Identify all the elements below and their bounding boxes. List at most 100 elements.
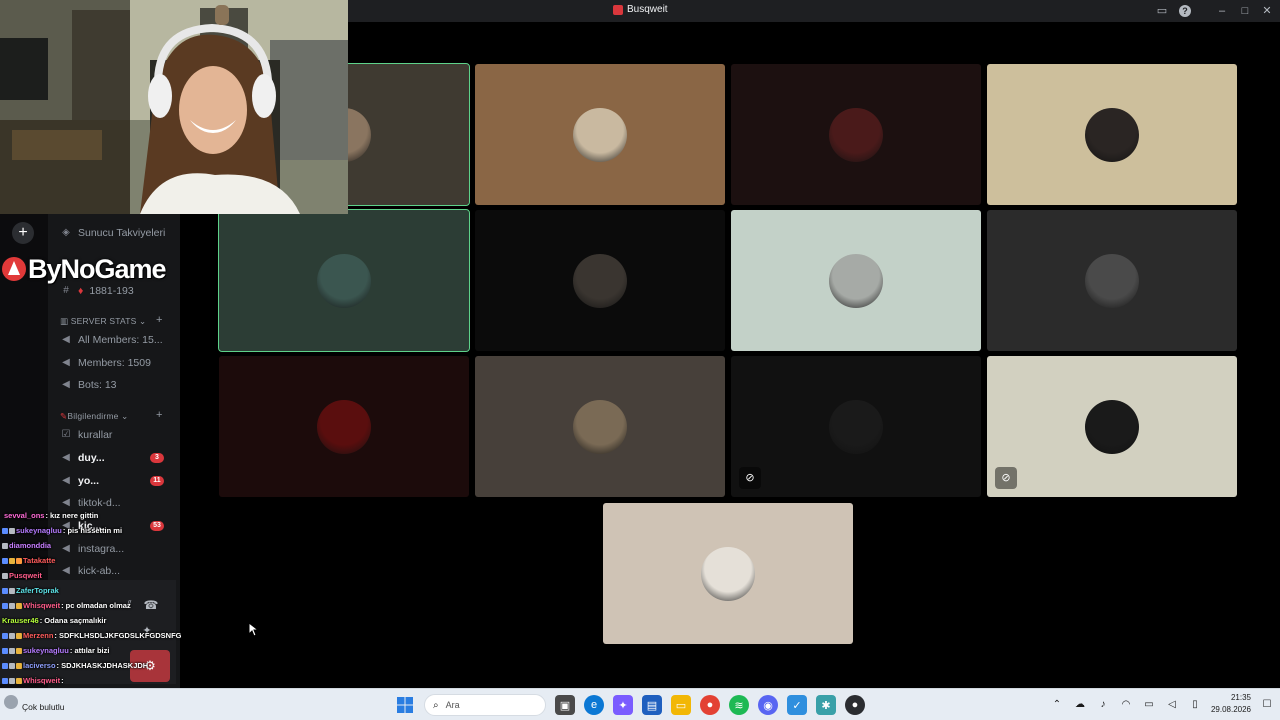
- taskbar-search[interactable]: ⌕ Ara: [424, 694, 546, 716]
- file-explorer-icon[interactable]: ▭: [671, 695, 691, 715]
- badge-icon: [9, 602, 15, 609]
- add-channel-icon[interactable]: +: [156, 409, 163, 421]
- participant-tile[interactable]: [475, 210, 725, 351]
- inbox-icon[interactable]: ▭: [1155, 4, 1169, 18]
- weather-text: Çok bulutlu: [22, 702, 65, 712]
- chat-message: Merzenn : SDFKLHSDLJKFGDSLKFGDSNFG: [2, 631, 182, 640]
- badge-icon: [2, 632, 8, 639]
- badge-icon: [2, 572, 8, 579]
- notification-icon[interactable]: ☐: [1260, 699, 1274, 710]
- rose-icon: ♦: [78, 285, 84, 297]
- chat-message: diamonddia: [2, 541, 52, 550]
- edge-icon[interactable]: e: [584, 695, 604, 715]
- copilot-icon[interactable]: ✦: [613, 695, 633, 715]
- cloud-icon[interactable]: ☁: [1073, 699, 1087, 710]
- unread-badge: 3: [150, 453, 164, 463]
- brand-text: ByNoGame: [28, 253, 167, 284]
- participant-tile[interactable]: [218, 209, 470, 352]
- chat-username: sukeynagluu: [16, 526, 62, 535]
- badge-icon: [9, 677, 15, 684]
- participant-avatar: [317, 253, 371, 308]
- task-view-icon[interactable]: ▣: [555, 695, 575, 715]
- participant-tile[interactable]: [475, 64, 725, 205]
- badge-icon: [2, 662, 8, 669]
- chat-username: Pusqweit: [9, 571, 42, 580]
- channel-label: kurallar: [78, 429, 113, 441]
- channel-item[interactable]: ◀ yo...: [60, 475, 99, 487]
- checkmark-app-icon[interactable]: ✓: [787, 695, 807, 715]
- participant-tile[interactable]: [731, 210, 981, 351]
- cloud-icon: [4, 695, 18, 709]
- channel-item[interactable]: ◀ tiktok-d...: [60, 497, 120, 509]
- speaker-icon: ◀: [62, 379, 70, 390]
- bynogame-mark-icon: [2, 257, 26, 281]
- help-icon[interactable]: ?: [1179, 5, 1191, 17]
- category-server-stats[interactable]: ▥ SERVER STATS ⌄: [60, 316, 146, 327]
- obs-icon[interactable]: ●: [845, 695, 865, 715]
- spotify-icon[interactable]: ≋: [729, 695, 749, 715]
- chat-text: : pis hissettin mi: [62, 526, 123, 535]
- channel-item[interactable]: ◀ kick-ab...: [60, 565, 120, 577]
- badge-icon: [9, 527, 15, 534]
- taskbar-apps: ⌕ Ara ▣ e ✦ ▤ ▭ ● ≋ ◉ ✓ ✱ ●: [395, 693, 865, 717]
- channel-item[interactable]: ◀ duy...: [60, 452, 105, 464]
- participant-tile[interactable]: [219, 356, 469, 497]
- chat-username: Krauser46: [2, 616, 39, 625]
- search-placeholder: Ara: [445, 700, 460, 710]
- network-app-icon[interactable]: ✱: [816, 695, 836, 715]
- participant-tile[interactable]: [603, 503, 853, 644]
- channel-item[interactable]: ☑ kurallar: [60, 429, 113, 441]
- badge-icon: [16, 647, 22, 654]
- participant-tile[interactable]: [987, 210, 1237, 351]
- participant-tile[interactable]: ⊘: [987, 356, 1237, 497]
- participant-tile[interactable]: [475, 356, 725, 497]
- stat-channel[interactable]: ◀ Members: 1509: [60, 357, 151, 369]
- window-title-text: Busqweit: [627, 4, 668, 15]
- stat-label: Members: 1509: [78, 357, 151, 369]
- chat-username: sukeynagluu: [23, 646, 69, 655]
- stat-channel[interactable]: ◀ Bots: 13: [60, 379, 116, 391]
- wifi-icon[interactable]: ◠: [1119, 699, 1133, 710]
- add-channel-icon[interactable]: +: [156, 314, 163, 326]
- mouse-cursor-icon: [248, 622, 258, 637]
- battery-icon[interactable]: ▯: [1188, 699, 1202, 710]
- announce-icon: ◀: [62, 497, 70, 508]
- badge-icon: [9, 632, 15, 639]
- weather-widget[interactable]: Çok bulutlu: [4, 692, 65, 712]
- disconnect-icon[interactable]: ☎: [140, 594, 162, 616]
- discord-icon[interactable]: ◉: [758, 695, 778, 715]
- chat-text: : SDFKLHSDLJKFGDSLKFGDSNFG: [54, 631, 182, 640]
- maximize-button[interactable]: □: [1238, 4, 1252, 18]
- chat-username: ZaferToprak: [16, 586, 59, 595]
- microphone-icon[interactable]: ♪: [1096, 699, 1110, 710]
- channel-label: yo...: [78, 475, 100, 487]
- stats-icon: ▥: [60, 316, 71, 326]
- server-boost-item[interactable]: ◈ Sunucu Takviyeleri: [60, 227, 165, 239]
- unread-badge: 53: [150, 521, 164, 531]
- participant-tile[interactable]: [987, 64, 1237, 205]
- windows-start-icon[interactable]: [395, 695, 415, 715]
- add-server-button[interactable]: +: [12, 222, 34, 244]
- badge-icon: [2, 542, 8, 549]
- stat-channel[interactable]: ◀ All Members: 15...: [60, 334, 162, 346]
- window-title: Busqweit: [613, 4, 668, 15]
- store-icon[interactable]: ▤: [642, 695, 662, 715]
- chrome-icon[interactable]: ●: [700, 695, 720, 715]
- minimize-button[interactable]: –: [1215, 4, 1229, 18]
- category-bilgilendirme[interactable]: ✎Bilgilendirme ⌄: [60, 411, 128, 422]
- channel-count[interactable]: # ♦ 1881-193: [60, 285, 134, 297]
- participant-avatar: [573, 253, 627, 308]
- participant-tile[interactable]: [731, 64, 981, 205]
- chevron-up-icon[interactable]: ⌃: [1050, 699, 1064, 710]
- badge-icon: [2, 557, 8, 564]
- volume-icon[interactable]: ◁: [1165, 699, 1179, 710]
- close-button[interactable]: ✕: [1260, 4, 1274, 18]
- channel-item[interactable]: ◀ instagra...: [60, 543, 124, 555]
- taskbar-clock[interactable]: 21:35 29.08.2026: [1211, 692, 1251, 716]
- chat-username: sevval_ons: [4, 511, 45, 520]
- participant-tile[interactable]: ⊘: [731, 356, 981, 497]
- channel-icon: [613, 4, 623, 15]
- boost-label: Sunucu Takviyeleri: [78, 227, 166, 239]
- display-icon[interactable]: ▭: [1142, 699, 1156, 710]
- mic-muted-icon: ⊘: [995, 467, 1017, 489]
